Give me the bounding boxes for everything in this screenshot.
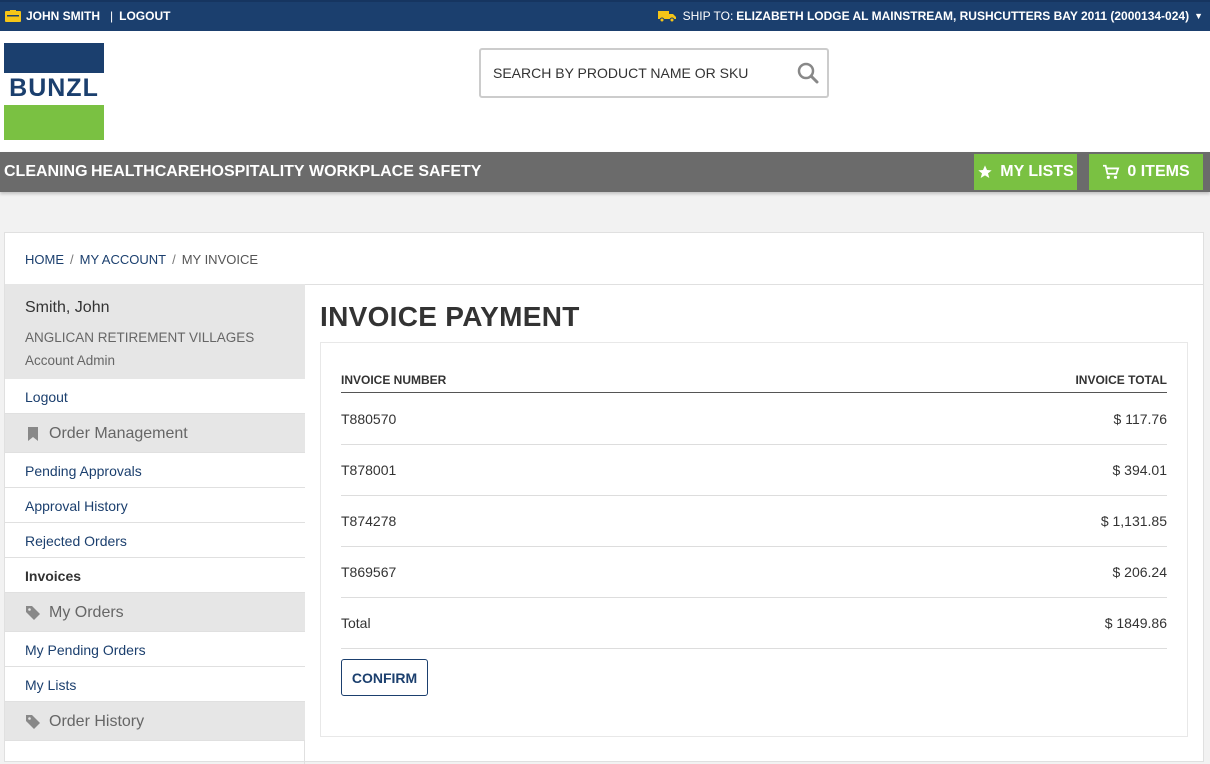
nav-item-hospitality[interactable]: HOSPITALITY	[200, 163, 305, 181]
column-header-invoice-number: INVOICE NUMBER	[341, 373, 447, 387]
sidebar-item-label: Approval History	[25, 498, 128, 514]
account-sidebar: Smith, John ANGLICAN RETIREMENT VILLAGES…	[5, 284, 305, 764]
cart-button[interactable]: 0 ITEMS	[1089, 154, 1203, 190]
ship-to-label: SHIP TO:	[682, 9, 734, 23]
sidebar-section-title: Order Management	[49, 425, 188, 442]
logo-text: BUNZL	[9, 74, 99, 102]
profile-company: ANGLICAN RETIREMENT VILLAGES	[25, 330, 255, 345]
table-row: T878001 $ 394.01	[341, 445, 1167, 496]
separator: |	[110, 9, 114, 23]
sidebar-section-order-history[interactable]: Order History	[5, 702, 305, 741]
breadcrumb-separator: /	[172, 252, 176, 267]
invoice-number: T878001	[341, 462, 397, 478]
confirm-button[interactable]: CONFIRM	[341, 659, 428, 696]
sidebar-item-label: Logout	[25, 389, 68, 405]
sidebar-item-label: My Pending Orders	[25, 642, 146, 658]
tag-icon	[26, 606, 40, 620]
table-header: INVOICE NUMBER INVOICE TOTAL	[341, 373, 1167, 393]
id-card-icon	[5, 10, 21, 22]
logout-link[interactable]: LOGOUT	[119, 9, 170, 23]
account-panel: HOME / MY ACCOUNT / MY INVOICE Smith, Jo…	[4, 232, 1204, 764]
total-row: Total $ 1849.86	[341, 598, 1167, 649]
my-lists-button[interactable]: MY LISTS	[974, 154, 1077, 190]
search-icon[interactable]	[797, 62, 819, 84]
breadcrumb-separator: /	[70, 252, 74, 267]
breadcrumb-my-invoice: MY INVOICE	[181, 252, 259, 267]
cart-count-label: 0 ITEMS	[1127, 163, 1190, 180]
top-bar: JOHN SMITH | LOGOUT SHIP TO: ELIZABETH L…	[0, 0, 1210, 31]
total-label: Total	[341, 615, 371, 631]
sidebar-item-label: Invoices	[25, 568, 82, 584]
main-nav: CLEANING HEALTHCARE HOSPITALITY WORKPLAC…	[0, 152, 1210, 192]
ship-to-selector[interactable]: SHIP TO: ELIZABETH LODGE AL MAINSTREAM, …	[657, 9, 1203, 23]
profile-card: Smith, John ANGLICAN RETIREMENT VILLAGES…	[5, 284, 305, 379]
cart-icon	[1103, 164, 1120, 179]
logo-blue-band	[4, 43, 104, 73]
search-input[interactable]	[493, 62, 783, 84]
profile-role: Account Admin	[25, 353, 116, 368]
table-row: T869567 $ 206.24	[341, 547, 1167, 598]
nav-item-healthcare[interactable]: HEALTHCARE	[91, 163, 200, 181]
search-box	[479, 48, 829, 98]
user-area: JOHN SMITH | LOGOUT	[5, 9, 170, 23]
bunzl-logo[interactable]: BUNZL	[4, 43, 104, 140]
column-header-invoice-total: INVOICE TOTAL	[1075, 373, 1167, 387]
invoice-total: $ 206.24	[1112, 564, 1168, 580]
caret-down-icon[interactable]: ▼	[1194, 11, 1203, 21]
sidebar-section-order-management[interactable]: Order Management	[5, 414, 305, 453]
breadcrumb-home[interactable]: HOME	[25, 252, 64, 267]
invoice-number: T869567	[341, 564, 397, 580]
nav-item-workplace-safety[interactable]: WORKPLACE SAFETY	[309, 163, 481, 181]
nav-item-cleaning[interactable]: CLEANING	[4, 163, 88, 181]
ship-to-value[interactable]: ELIZABETH LODGE AL MAINSTREAM, RUSHCUTTE…	[736, 9, 1189, 23]
page-title: INVOICE PAYMENT	[320, 301, 580, 332]
invoice-table-card: INVOICE NUMBER INVOICE TOTAL T880570 $ 1…	[320, 342, 1188, 737]
bookmark-icon	[28, 427, 38, 441]
table-row: T880570 $ 117.76	[341, 394, 1167, 445]
invoice-number: T874278	[341, 513, 397, 529]
profile-name: Smith, John	[25, 299, 110, 316]
sidebar-item-my-pending-orders[interactable]: My Pending Orders	[5, 632, 305, 667]
table-row: T874278 $ 1,131.85	[341, 496, 1167, 547]
breadcrumb-my-account[interactable]: MY ACCOUNT	[80, 252, 166, 267]
tag-icon	[26, 715, 40, 729]
invoice-total: $ 394.01	[1112, 462, 1168, 478]
sidebar-item-approval-history[interactable]: Approval History	[5, 488, 305, 523]
sidebar-item-label: My Lists	[25, 677, 77, 693]
sidebar-section-title: Order History	[49, 713, 145, 730]
truck-icon	[657, 11, 676, 22]
breadcrumb: HOME / MY ACCOUNT / MY INVOICE	[25, 252, 258, 267]
sidebar-item-my-lists[interactable]: My Lists	[5, 667, 305, 702]
sidebar-item-label: Rejected Orders	[25, 533, 127, 549]
user-name[interactable]: JOHN SMITH	[26, 9, 100, 23]
my-lists-label: MY LISTS	[1000, 163, 1074, 180]
sidebar-item-label: Pending Approvals	[25, 463, 142, 479]
sidebar-section-title: My Orders	[49, 604, 124, 621]
logo-green-band	[4, 105, 104, 140]
total-value: $ 1849.86	[1104, 615, 1167, 631]
header: BUNZL	[0, 31, 1210, 152]
invoice-total: $ 1,131.85	[1100, 513, 1167, 529]
sidebar-item-invoices[interactable]: Invoices	[5, 558, 305, 593]
sidebar-section-my-orders[interactable]: My Orders	[5, 593, 305, 632]
sidebar-item-logout[interactable]: Logout	[5, 379, 305, 414]
invoice-total: $ 117.76	[1113, 411, 1167, 427]
invoice-number: T880570	[341, 411, 397, 427]
star-icon	[978, 165, 992, 178]
sidebar-item-rejected-orders[interactable]: Rejected Orders	[5, 523, 305, 558]
sidebar-item-pending-approvals[interactable]: Pending Approvals	[5, 453, 305, 488]
